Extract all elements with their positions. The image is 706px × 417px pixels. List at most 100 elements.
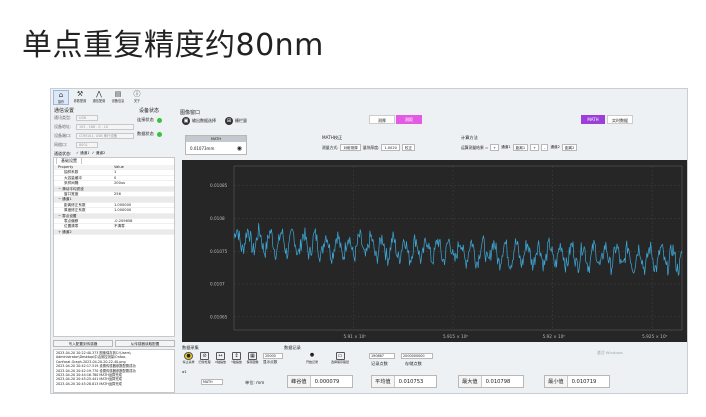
comm-type-select[interactable]: USB [76,114,98,121]
property-key: − 通道1 [58,197,72,202]
device-status-panel: 连接状态 数据状态 [137,109,177,141]
calc-distance1-select[interactable]: 距离1 [512,144,529,151]
x-tick-label: 5.92 × 10⁶ [543,334,566,339]
data-status: 数据状态 [137,127,177,141]
record-icon: ● [309,352,315,358]
property-value [112,230,174,234]
sign2-select[interactable]: - [541,144,549,151]
ref-thickness-input[interactable]: 1.0020 [381,144,400,151]
export-data-button[interactable]: ▣ 输出数据选择 [182,116,216,125]
tab-realtime[interactable]: 实时数据 [607,115,633,124]
save-image-icon: ▦ [248,352,257,360]
device-port-select[interactable]: COM101, USB 串行设备 [76,132,134,139]
zero-icon: ⊘ [200,352,209,360]
calc-channel2-checkbox[interactable]: 通道2 [550,145,559,150]
property-key: 采样间隔 [64,181,79,186]
write-config-button[interactable]: 写入配置到传感器 [53,340,113,347]
channel2-checkbox[interactable]: ✓ 通道2 [92,151,106,156]
unit-label: 单位: mm [245,380,265,385]
tab-math[interactable]: MATH [581,115,605,124]
x-tick-label: 5.915 × 10⁶ [443,334,468,339]
x-zoom-icon: ↔ [216,352,225,360]
tab-thickness[interactable]: 测厚 [369,115,395,124]
property-key: 位置清零 [64,224,79,229]
method-select[interactable]: 对射测厚 [340,144,361,151]
channel-select[interactable]: MATH [201,379,223,385]
sign1-select[interactable]: + [490,144,500,151]
property-value: 1 [114,170,117,175]
chart-area[interactable]: 0.01085 0.0108 0.01075 0.0107 0.01065 5.91 × … [182,160,687,342]
toolbar-about-button[interactable]: ⓘ 关于 [129,90,145,105]
calibrate-button[interactable]: 校正 [401,144,416,151]
stat-mean: 平均值 0.010753 [371,375,437,388]
y-zoom-button[interactable]: ↕ Y轴缩放 [230,352,243,365]
eye-icon[interactable]: ◉ [237,145,242,152]
record-title: 数据记录 [284,345,301,350]
home-icon: ⌂ [58,91,64,99]
display-points-label: 显示点数 [263,360,278,364]
property-value: 256 [114,191,121,196]
toolbar: ⌂ 操作 ⚒ 参数配置 ⋀ 通信配置 ▤ 设备信息 ⓘ 关于 [51,89,151,106]
grid-button[interactable]: ⊞ 栅栏量 [225,116,247,125]
record-points-label: 记录点数 [371,361,388,366]
property-value: -0.209658 [114,218,133,223]
property-key: − 零点设置 [58,213,77,218]
device-icon: ▤ [114,90,122,98]
channel1-checkbox[interactable]: ✓ 通道1 [76,151,90,156]
data-status-dot [156,131,162,137]
network-port-input[interactable]: 8001 [76,141,98,148]
tab-distance[interactable]: 测距 [396,115,422,124]
property-key: 距离修正系数 [64,202,86,207]
property-value: 1.000000 [114,202,132,207]
calibration-row: 测量方式: 对射测厚 量块厚度: 1.0020 校正 [322,144,416,151]
property-value [112,214,174,218]
config-buttons: 写入配置到传感器 从传感器读取配置 [53,340,175,347]
toolbar-params-button[interactable]: ⚒ 参数配置 [72,90,88,105]
zero-button[interactable]: ⊘ 归零处理 [198,352,211,365]
tools-icon: ⚒ [76,90,84,98]
property-value: 200us [114,181,126,186]
app-window: ⌂ 操作 ⚒ 参数配置 ⋀ 通信配置 ▤ 设备信息 ⓘ 关于 通信设置 通讯类型… [50,88,688,394]
graph-window-title: 图像窗口 [180,110,201,116]
y-tick-label: 0.01065 [210,314,228,319]
y-tick-label: 0.01075 [210,249,228,254]
save-image-button[interactable]: ▦ 保存图像 [246,352,259,365]
y-tick-label: 0.0107 [210,282,225,287]
calc-formula-row: 运算测量结果 = + 通道1 距离1 + - 通道2 距离2 [461,144,578,151]
stop-sampling-button[interactable]: ● 停止采样 [182,352,195,365]
capture-title: 数据采集 [182,345,199,350]
calc-method-label: 计算方法 [461,135,478,140]
calc-distance2-select[interactable]: 距离2 [561,144,578,151]
storage-points-input[interactable]: 2000000000 [401,353,433,359]
property-key: 厚度修正系数 [64,208,86,213]
calc-channel1-checkbox[interactable]: 通道1 [501,145,510,150]
property-key: + 通道2 [58,229,72,234]
toolbar-device-button[interactable]: ▤ 设备信息 [110,90,126,105]
stat-min: 最小值 0.010719 [544,375,610,388]
start-record-button[interactable]: ● 开始记录 [301,352,323,365]
property-key: 窗口宽度 [64,191,79,196]
stop-icon: ● [184,352,193,360]
connection-status-dot [156,117,162,123]
y-tick-label: 0.01085 [210,183,228,188]
property-grid: 基础设置 Property Value 抽样系数 1 大容量缓冲 0 采样间隔 200us… [53,157,175,337]
property-value [112,197,174,201]
x-zoom-button[interactable]: ↔ X轴缩放 [214,352,227,365]
select-path-button[interactable]: ▭ 选择保存路径 [325,352,355,365]
read-config-button[interactable]: 从传感器读取配置 [115,340,175,347]
toolbar-comm-button[interactable]: ⋀ 通信配置 [91,90,107,105]
tab-basic-settings[interactable]: 基础设置 [56,157,82,164]
export-icon: ▣ [182,116,190,125]
display-points-input[interactable]: 20000 [263,353,283,359]
property-category[interactable]: + 通道2 [54,229,174,236]
operator-select[interactable]: + [530,144,540,151]
math-value: 0.01073mm [190,145,215,151]
property-value [112,187,174,191]
device-address-input[interactable]: 192 . 168 . 0 . 10 [76,123,134,130]
record-points-value: 190867 [369,353,395,359]
x-tick-label: 5.91 × 10⁶ [343,334,366,339]
toolbar-operate-button[interactable]: ⌂ 操作 [53,90,69,105]
property-key: − 滑动平均滤波 [58,186,84,191]
folder-icon: ▭ [335,352,345,360]
log-line: 2023-04-20 20:45:28.813 MATH运算完成 [56,381,122,386]
